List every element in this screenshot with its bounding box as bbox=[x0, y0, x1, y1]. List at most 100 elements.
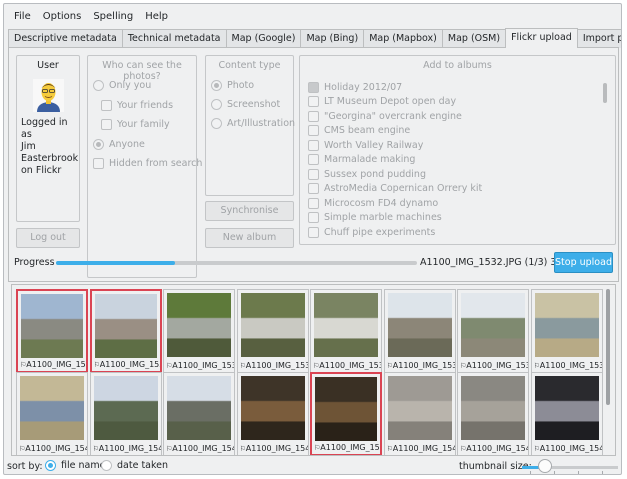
thumbnail-item[interactable]: ⚐A1100_IMG_1533 bbox=[89, 289, 162, 373]
album-item[interactable]: Sussex pond pudding bbox=[308, 167, 598, 182]
user-avatar-image bbox=[33, 79, 64, 112]
album-label: "Georgina" overcrank engine bbox=[324, 110, 462, 122]
photo-radio[interactable] bbox=[211, 80, 222, 91]
thumbnail-item[interactable]: ⚐A1100_IMG_1539 bbox=[530, 289, 603, 373]
album-item[interactable]: LT Museum Depot open day bbox=[308, 95, 598, 110]
login-status-line-3: Easterbrook bbox=[21, 153, 79, 164]
menu-options[interactable]: Options bbox=[37, 11, 88, 22]
thumbnail-caption: ⚐A1100_IMG_1546 bbox=[460, 444, 528, 453]
tab-flickr-upload[interactable]: Flickr upload bbox=[505, 28, 578, 48]
hidden-from-search-option[interactable]: Hidden from search bbox=[93, 158, 202, 169]
thumbnail-item[interactable]: ⚐A1100_IMG_1547 bbox=[530, 372, 603, 455]
album-checkbox[interactable] bbox=[308, 110, 319, 122]
album-item[interactable]: CMS beam engine bbox=[308, 124, 598, 139]
privacy-only-you-option[interactable]: Only you bbox=[93, 80, 151, 91]
album-checkbox[interactable] bbox=[308, 96, 319, 108]
tab-descriptive-metadata[interactable]: Descriptive metadata bbox=[8, 29, 123, 48]
album-checkbox[interactable] bbox=[308, 139, 319, 151]
album-item[interactable]: AstroMedia Copernican Orrery kit bbox=[308, 182, 598, 197]
thumbnail-item[interactable]: ⚐A1100_IMG_1534 bbox=[163, 289, 235, 373]
file-name-label: file name bbox=[61, 460, 106, 471]
menu-spelling[interactable]: Spelling bbox=[87, 11, 139, 22]
album-item[interactable]: Marmalade making bbox=[308, 153, 598, 168]
family-checkbox[interactable] bbox=[101, 119, 112, 130]
synchronise-button[interactable]: Synchronise bbox=[205, 201, 294, 221]
album-item[interactable]: Worth Valley Railway bbox=[308, 138, 598, 153]
albums-group-title: Add to albums bbox=[423, 60, 492, 71]
stop-upload-button[interactable]: Stop upload bbox=[554, 252, 613, 273]
anyone-radio[interactable] bbox=[93, 139, 104, 150]
thumbnail-filename: A1100_IMG_1547 bbox=[539, 444, 602, 453]
thumbnail-item[interactable]: ⚐A1100_IMG_1543 bbox=[236, 372, 309, 455]
new-album-button[interactable]: New album bbox=[205, 228, 294, 248]
album-item[interactable]: "Georgina" overcrank engine bbox=[308, 109, 598, 124]
screenshot-radio[interactable] bbox=[211, 99, 222, 110]
content-photo-option[interactable]: Photo bbox=[211, 80, 254, 91]
tab-map-mapbox[interactable]: Map (Mapbox) bbox=[363, 29, 443, 48]
thumbnail-item[interactable]: ⚐A1100_IMG_1538 bbox=[457, 289, 529, 373]
album-list-scrollbar[interactable] bbox=[603, 83, 607, 103]
progress-label: Progress bbox=[14, 257, 55, 268]
album-checkbox[interactable] bbox=[308, 226, 319, 238]
album-item[interactable]: Microcosm FD4 dynamo bbox=[308, 196, 598, 211]
tab-map-osm[interactable]: Map (OSM) bbox=[441, 29, 507, 48]
logout-button[interactable]: Log out bbox=[16, 228, 80, 248]
user-group-title: User bbox=[37, 60, 59, 71]
content-art-option[interactable]: Art/Illustration bbox=[211, 118, 295, 129]
anyone-label: Anyone bbox=[109, 139, 145, 150]
thumbnail-item[interactable]: ⚐A1100_IMG_1546 bbox=[457, 372, 529, 455]
album-checkbox[interactable] bbox=[308, 81, 319, 93]
album-checkbox[interactable] bbox=[308, 212, 319, 224]
sort-file-name-option[interactable]: file name bbox=[45, 460, 105, 471]
thumbnail-item[interactable]: ⚐A1100_IMG_1536 bbox=[310, 289, 382, 373]
privacy-friends-option[interactable]: Your friends bbox=[101, 100, 173, 111]
thumbnail-filename: A1100_IMG_1538 bbox=[466, 361, 528, 370]
tab-map-bing[interactable]: Map (Bing) bbox=[300, 29, 365, 48]
privacy-family-option[interactable]: Your family bbox=[101, 119, 170, 130]
album-label: Worth Valley Railway bbox=[324, 139, 424, 151]
album-item[interactable]: Chuff pipe experiments bbox=[308, 225, 598, 240]
album-checkbox[interactable] bbox=[308, 168, 319, 180]
gallery-scrollbar[interactable] bbox=[606, 289, 610, 405]
thumbnail-item[interactable]: ⚐A1100_IMG_1537 bbox=[383, 289, 456, 373]
content-screenshot-option[interactable]: Screenshot bbox=[211, 99, 280, 110]
privacy-anyone-option[interactable]: Anyone bbox=[93, 139, 145, 150]
thumbnail-image bbox=[461, 293, 525, 357]
album-checkbox[interactable] bbox=[308, 125, 319, 137]
tab-technical-metadata[interactable]: Technical metadata bbox=[121, 29, 227, 48]
album-checkbox[interactable] bbox=[308, 197, 319, 209]
friends-checkbox[interactable] bbox=[101, 100, 112, 111]
login-status-line-4: on Flickr bbox=[21, 165, 62, 176]
date-taken-radio[interactable] bbox=[101, 460, 112, 471]
thumbnail-item[interactable]: ⚐A1100_IMG_1540 bbox=[16, 372, 88, 455]
thumbnail-image bbox=[94, 294, 157, 358]
thumbnail-item[interactable]: ⚐A1100_IMG_1532 bbox=[16, 289, 88, 373]
menu-help[interactable]: Help bbox=[139, 11, 174, 22]
album-item[interactable]: Holiday 2012/07 bbox=[308, 80, 598, 95]
thumbnail-caption: ⚐A1100_IMG_1538 bbox=[460, 361, 528, 370]
tab-import-photos[interactable]: Import photos bbox=[576, 29, 621, 48]
thumbnail-item[interactable]: ⚐A1100_IMG_1545 bbox=[383, 372, 456, 455]
thumbnail-caption: ⚐A1100_IMG_1542 bbox=[166, 444, 234, 453]
thumbnail-item[interactable]: ⚐A1100_IMG_1542 bbox=[163, 372, 235, 455]
sort-date-taken-option[interactable]: date taken bbox=[101, 460, 168, 471]
album-checkbox[interactable] bbox=[308, 154, 319, 166]
thumbnail-item[interactable]: ⚐A1100_IMG_1535 bbox=[236, 289, 309, 373]
only-you-radio[interactable] bbox=[93, 80, 104, 91]
album-label: Sussex pond pudding bbox=[324, 168, 426, 180]
tab-map-google[interactable]: Map (Google) bbox=[225, 29, 302, 48]
tab-bar: Descriptive metadata Technical metadata … bbox=[8, 28, 621, 48]
thumbnail-item[interactable]: ⚐A1100_IMG_1544 bbox=[310, 372, 382, 455]
thumbnail-image bbox=[93, 376, 158, 440]
album-item[interactable]: Simple marble machines bbox=[308, 211, 598, 226]
art-radio[interactable] bbox=[211, 118, 222, 129]
slider-tick bbox=[530, 471, 531, 474]
menu-file[interactable]: File bbox=[8, 11, 37, 22]
thumbnail-item[interactable]: ⚐A1100_IMG_1541 bbox=[89, 372, 162, 455]
album-checkbox[interactable] bbox=[308, 183, 319, 195]
thumbnail-size-slider-handle[interactable] bbox=[538, 459, 552, 473]
thumbnail-image bbox=[387, 293, 452, 357]
file-name-radio[interactable] bbox=[45, 460, 56, 471]
friends-label: Your friends bbox=[117, 100, 174, 111]
hidden-from-search-checkbox[interactable] bbox=[93, 158, 104, 169]
